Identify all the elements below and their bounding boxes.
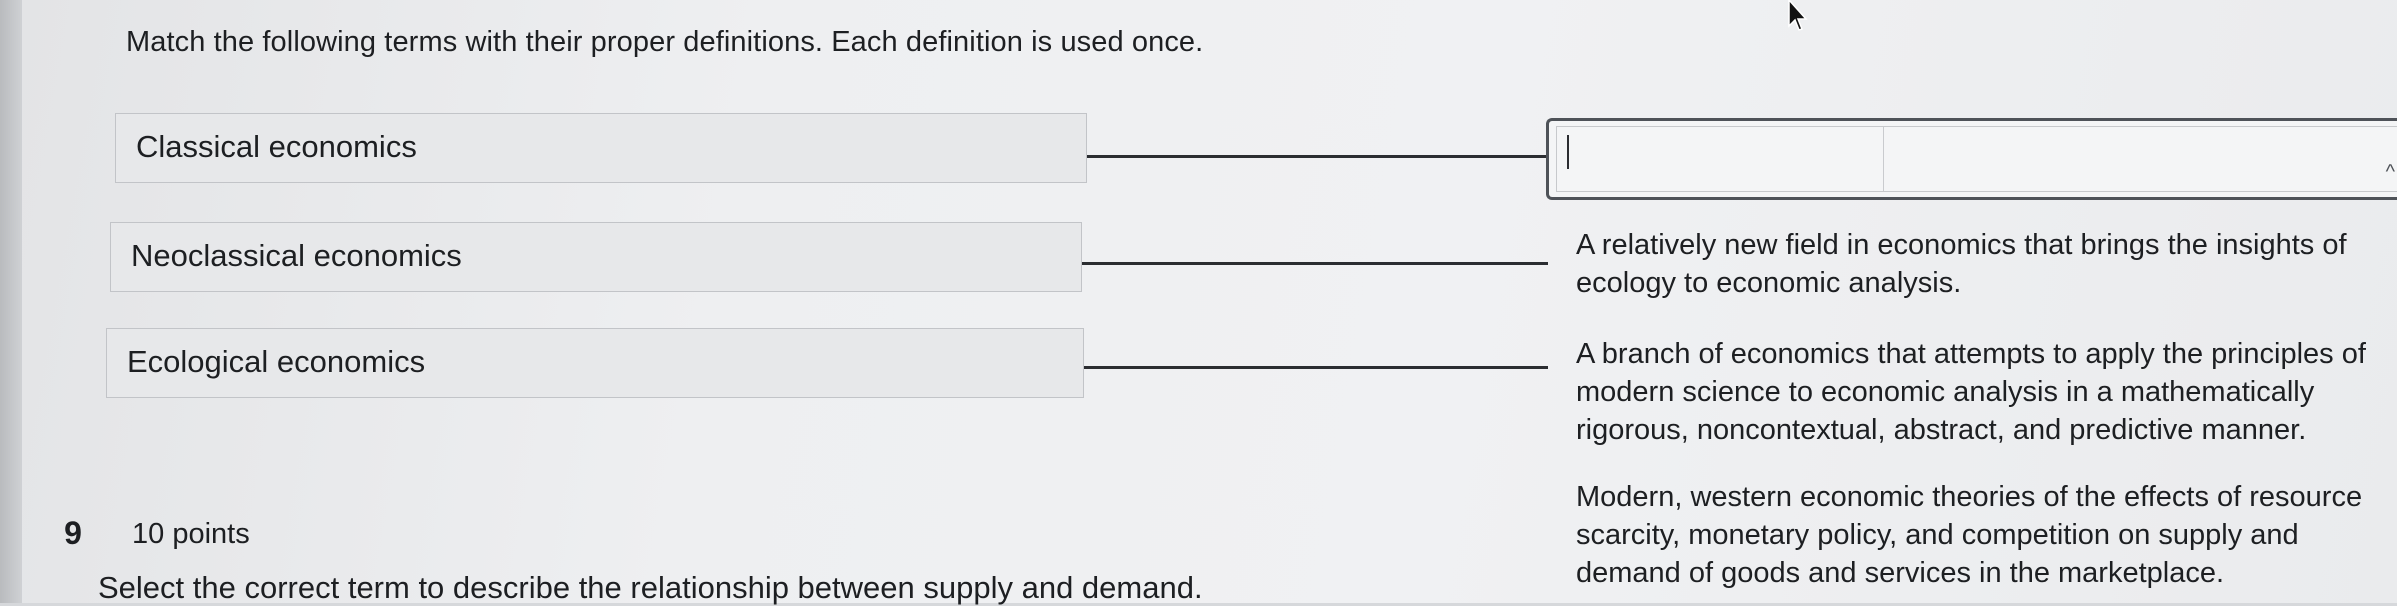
term-ecological-economics[interactable]: Ecological economics <box>106 328 1084 398</box>
answer-drop-slot[interactable]: ^ <box>1546 118 2397 200</box>
term-neoclassical-economics[interactable]: Neoclassical economics <box>110 222 1082 292</box>
answer-slot-divider <box>1883 127 1884 191</box>
definition-ecological[interactable]: A relatively new field in economics that… <box>1576 226 2397 302</box>
text-cursor <box>1567 135 1569 169</box>
question-points: 10 points <box>132 518 250 550</box>
chevron-up-icon[interactable]: ^ <box>2386 161 2395 184</box>
term-classical-economics[interactable]: Classical economics <box>115 113 1087 183</box>
connector-line-1 <box>1087 155 1548 158</box>
definition-classical[interactable]: Modern, western economic theories of the… <box>1576 478 2397 592</box>
mouse-pointer-icon <box>1788 0 1808 31</box>
connector-line-3 <box>1084 366 1548 369</box>
question-number: 9 <box>64 515 82 551</box>
question-instructions: Match the following terms with their pro… <box>126 26 1204 58</box>
question-prompt: Select the correct term to describe the … <box>98 570 1203 605</box>
definition-neoclassical[interactable]: A branch of economics that attempts to a… <box>1576 335 2397 449</box>
left-margin <box>0 0 22 603</box>
answer-slot-inner <box>1556 126 2397 192</box>
connector-line-2 <box>1082 262 1548 265</box>
